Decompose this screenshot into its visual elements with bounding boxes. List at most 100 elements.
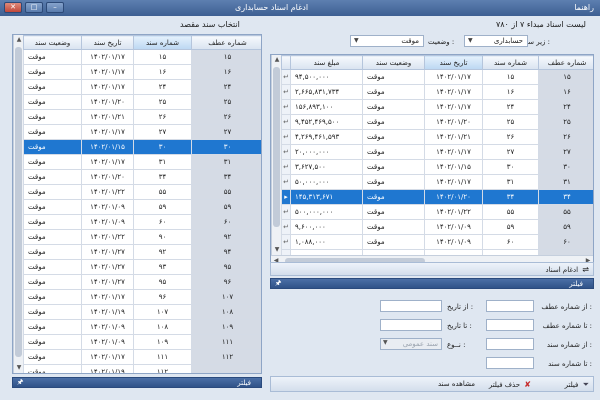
table-row[interactable]: ↵ ۵۰۰,۰۰۰,۰۰۰ موقت ۱۴۰۲/۰۱/۲۲ ۵۵ ۵۵ [281,204,593,220]
table-row[interactable]: ↵ ۱۵۶,۸۹۳,۱۰۰ موقت ۱۴۰۲/۰۱/۱۷ ۲۴ ۲۴ [281,99,593,115]
row-selector-icon[interactable]: ↵ [281,144,291,160]
row-selector-icon[interactable]: ↵ [281,219,291,235]
cell-status: موقت [23,259,82,275]
table-row[interactable]: موقت ۱۴۰۲/۰۱/۱۵ ۳۰ ۳۰ [23,139,261,155]
table-row[interactable]: ↵ ۳,۶۲۷,۵۰۰ موقت ۱۴۰۲/۰۱/۱۵ ۳۰ ۳۰ [281,159,593,175]
table-row[interactable]: ↵ ۲,۶۶۵,۸۳۱,۷۳۴ موقت ۱۴۰۲/۰۱/۱۷ ۱۶ ۱۶ [281,84,593,100]
table-row[interactable]: موقت ۱۴۰۲/۰۱/۲۲ ۵۵ ۵۵ [23,184,261,200]
destination-vscroll[interactable]: ▲ ▼ [13,35,23,373]
row-selector-icon[interactable]: ↵ [281,204,291,220]
cell-doc-number: ۵۹ [133,199,192,215]
to-date-input[interactable] [380,319,442,331]
remove-filter-button[interactable]: حذف فیلتر ✘ [489,380,531,389]
table-row[interactable]: موقت ۱۴۰۲/۰۱/۲۷ ۹۳ ۹۵ [23,259,261,275]
table-row[interactable]: ↵ ۹,۴۵۲,۴۶۹,۵۰۰ موقت ۱۴۰۲/۰۱/۲۰ ۲۵ ۲۵ [281,114,593,130]
merge-button[interactable]: ادغام اسناد ⇌ [545,265,589,274]
row-selector-icon[interactable]: ↵ [281,114,291,130]
subsystem-combo[interactable]: ▼ حسابداری [464,35,528,47]
row-selector-icon[interactable]: ↵ [281,69,291,85]
cell-status: موقت [362,174,425,190]
scroll-thumb[interactable] [15,47,22,357]
filter-button[interactable]: فیلتر ⏷ [565,380,589,390]
col-date[interactable]: تاریخ سند [424,55,483,70]
row-selector-icon[interactable]: ↵ [281,129,291,145]
destination-filter-bar[interactable]: 🖈 فیلتر [12,377,262,388]
table-row[interactable]: موقت ۱۴۰۲/۰۱/۲۰ ۳۴ ۳۴ [23,169,261,185]
table-row[interactable]: موقت ۱۴۰۲/۰۱/۲۷ ۹۲ ۹۴ [23,244,261,260]
help-menu[interactable]: راهنما [574,3,594,12]
cell-amount: ۱۴۵,۳۱۳,۶۷۱ [290,189,363,205]
cell-amount: ۱۵۶,۸۹۳,۱۰۰ [290,99,363,115]
table-row[interactable]: موقت ۱۴۰۲/۰۱/۱۷ ۲۷ ۲۷ [23,124,261,140]
from-date-input[interactable] [380,300,442,312]
col-amount[interactable]: مبلغ سند [290,55,363,70]
col-date[interactable]: تاریخ سند [81,35,134,50]
col-doc-number[interactable]: شماره سند [482,55,539,70]
to-doc-input[interactable] [486,357,534,369]
table-row[interactable]: ↵ ۱,۰۸۸,۰۰۰ موقت ۱۴۰۲/۰۱/۰۹ ۶۰ ۶۰ [281,234,593,250]
table-row[interactable]: موقت ۱۴۰۲/۰۱/۰۹ ۱۰۸ ۱۰۹ [23,319,261,335]
view-doc-button[interactable]: مشاهده سند [438,380,475,388]
table-row[interactable]: ↵ ۹,۶۰۰,۰۰۰ موقت ۱۴۰۲/۰۱/۰۹ ۵۹ ۵۹ [281,219,593,235]
cell-date: ۱۴۰۲/۰۱/۲۰ [424,189,483,205]
cell-ref-number: ۵۵ [538,204,593,220]
col-ref-number[interactable]: شماره عطف [191,35,261,50]
status-combo[interactable]: ▼ موقت [350,35,424,47]
cell-doc-number: ۳۴ [133,169,192,185]
table-row[interactable]: موقت ۱۴۰۲/۰۱/۲۰ ۲۵ ۲۵ [23,94,261,110]
maximize-button[interactable]: □ [25,2,43,13]
table-row[interactable]: موقت ۱۴۰۲/۰۱/۱۷ ۱۱۱ ۱۱۲ [23,349,261,365]
table-row[interactable]: ↵ ۹۴,۵۰۰,۰۰۰ موقت ۱۴۰۲/۰۱/۱۷ ۱۵ ۱۵ [281,69,593,85]
row-selector-icon[interactable]: ↵ [281,99,291,115]
table-row[interactable]: موقت ۱۴۰۲/۰۱/۰۹ ۶۰ ۶۰ [23,214,261,230]
row-selector-icon[interactable]: ↵ [281,84,291,100]
table-row[interactable]: ↵ ۵۰,۰۰۰,۰۰۰ موقت ۱۴۰۲/۰۱/۱۷ ۳۱ ۳۱ [281,174,593,190]
table-row[interactable]: ▸ ۱۴۵,۳۱۳,۶۷۱ موقت ۱۴۰۲/۰۱/۲۰ ۳۴ ۳۴ [281,189,593,205]
cell-ref-number: ۲۵ [191,94,261,110]
table-row[interactable]: موقت ۱۴۰۲/۰۱/۱۷ ۱۵ ۱۵ [23,49,261,65]
col-doc-number[interactable]: شماره سند [133,35,192,50]
source-vscroll[interactable]: ▲ ▼ [271,55,281,255]
from-doc-input[interactable] [486,338,534,350]
col-status[interactable]: وضعیت سند [362,55,425,70]
cell-date: ۱۴۰۲/۰۱/۲۰ [424,114,483,130]
table-row[interactable]: موقت ۱۴۰۲/۰۱/۰۹ ۱۰۹ ۱۱۱ [23,334,261,350]
cell-ref-number: ۳۴ [538,189,593,205]
table-row[interactable]: موقت ۱۴۰۲/۰۱/۱۹ ۱۱۲ [23,364,261,373]
table-row[interactable]: موقت ۱۴۰۲/۰۱/۲۲ ۹۰ ۹۲ [23,229,261,245]
title-bar: ✕ □ – ادغام اسناد حسابداری راهنما [0,0,600,16]
table-row[interactable]: موقت ۱۴۰۲/۰۱/۲۷ ۹۵ ۹۶ [23,274,261,290]
table-row[interactable]: موقت ۱۴۰۲/۰۱/۱۷ ۳۱ ۳۱ [23,154,261,170]
cell-ref-number [191,364,261,373]
col-ref-number[interactable]: شماره عطف [538,55,593,70]
table-row[interactable]: موقت ۱۴۰۲/۰۱/۰۹ ۵۹ ۵۹ [23,199,261,215]
pin-icon[interactable]: 🖈 [275,279,281,288]
source-filter-bar[interactable]: 🖈 فیلتر [270,278,594,289]
table-row[interactable]: موقت ۱۴۰۲/۰۱/۱۹ ۱۰۷ ۱۰۸ [23,304,261,320]
minimize-button[interactable]: – [46,2,64,13]
from-ref-input[interactable] [486,300,534,312]
col-status[interactable]: وضعیت سند [23,35,82,50]
type-combo[interactable]: ▼ سند عمومی [380,338,442,350]
cell-amount: ۳,۶۲۷,۵۰۰ [290,159,363,175]
cell-doc-number: ۲۷ [482,144,539,160]
cell-doc-number: ۱۵ [482,69,539,85]
cell-doc-number: ۱۵ [133,49,192,65]
cell-date: ۱۴۰۲/۰۱/۰۹ [81,334,134,350]
table-row[interactable]: موقت ۱۴۰۲/۰۱/۱۷ ۲۴ ۲۴ [23,79,261,95]
table-row[interactable]: موقت ۱۴۰۲/۰۱/۲۱ ۲۶ ۲۶ [23,109,261,125]
close-button[interactable]: ✕ [4,2,22,13]
cell-date: ۱۴۰۲/۰۱/۲۱ [424,129,483,145]
table-row[interactable]: ↵ ۲۰,۰۰۰,۰۰۰ موقت ۱۴۰۲/۰۱/۱۷ ۲۷ ۲۷ [281,144,593,160]
to-ref-input[interactable] [486,319,534,331]
pin-icon[interactable]: 🖈 [17,378,23,387]
row-selector-icon[interactable]: ↵ [281,234,291,250]
row-selector-icon[interactable]: ↵ [281,174,291,190]
scroll-thumb[interactable] [273,67,280,227]
table-row[interactable]: ↵ ۴,۲۶۹,۴۶۱,۵۹۳ موقت ۱۴۰۲/۰۱/۲۱ ۲۶ ۲۶ [281,129,593,145]
row-selector-icon[interactable]: ↵ [281,159,291,175]
table-row[interactable]: موقت ۱۴۰۲/۰۱/۱۷ ۹۶ ۱۰۷ [23,289,261,305]
cell-status: موقت [23,244,82,260]
row-selector-icon[interactable]: ▸ [281,189,291,205]
table-row[interactable]: موقت ۱۴۰۲/۰۱/۱۷ ۱۶ ۱۶ [23,64,261,80]
